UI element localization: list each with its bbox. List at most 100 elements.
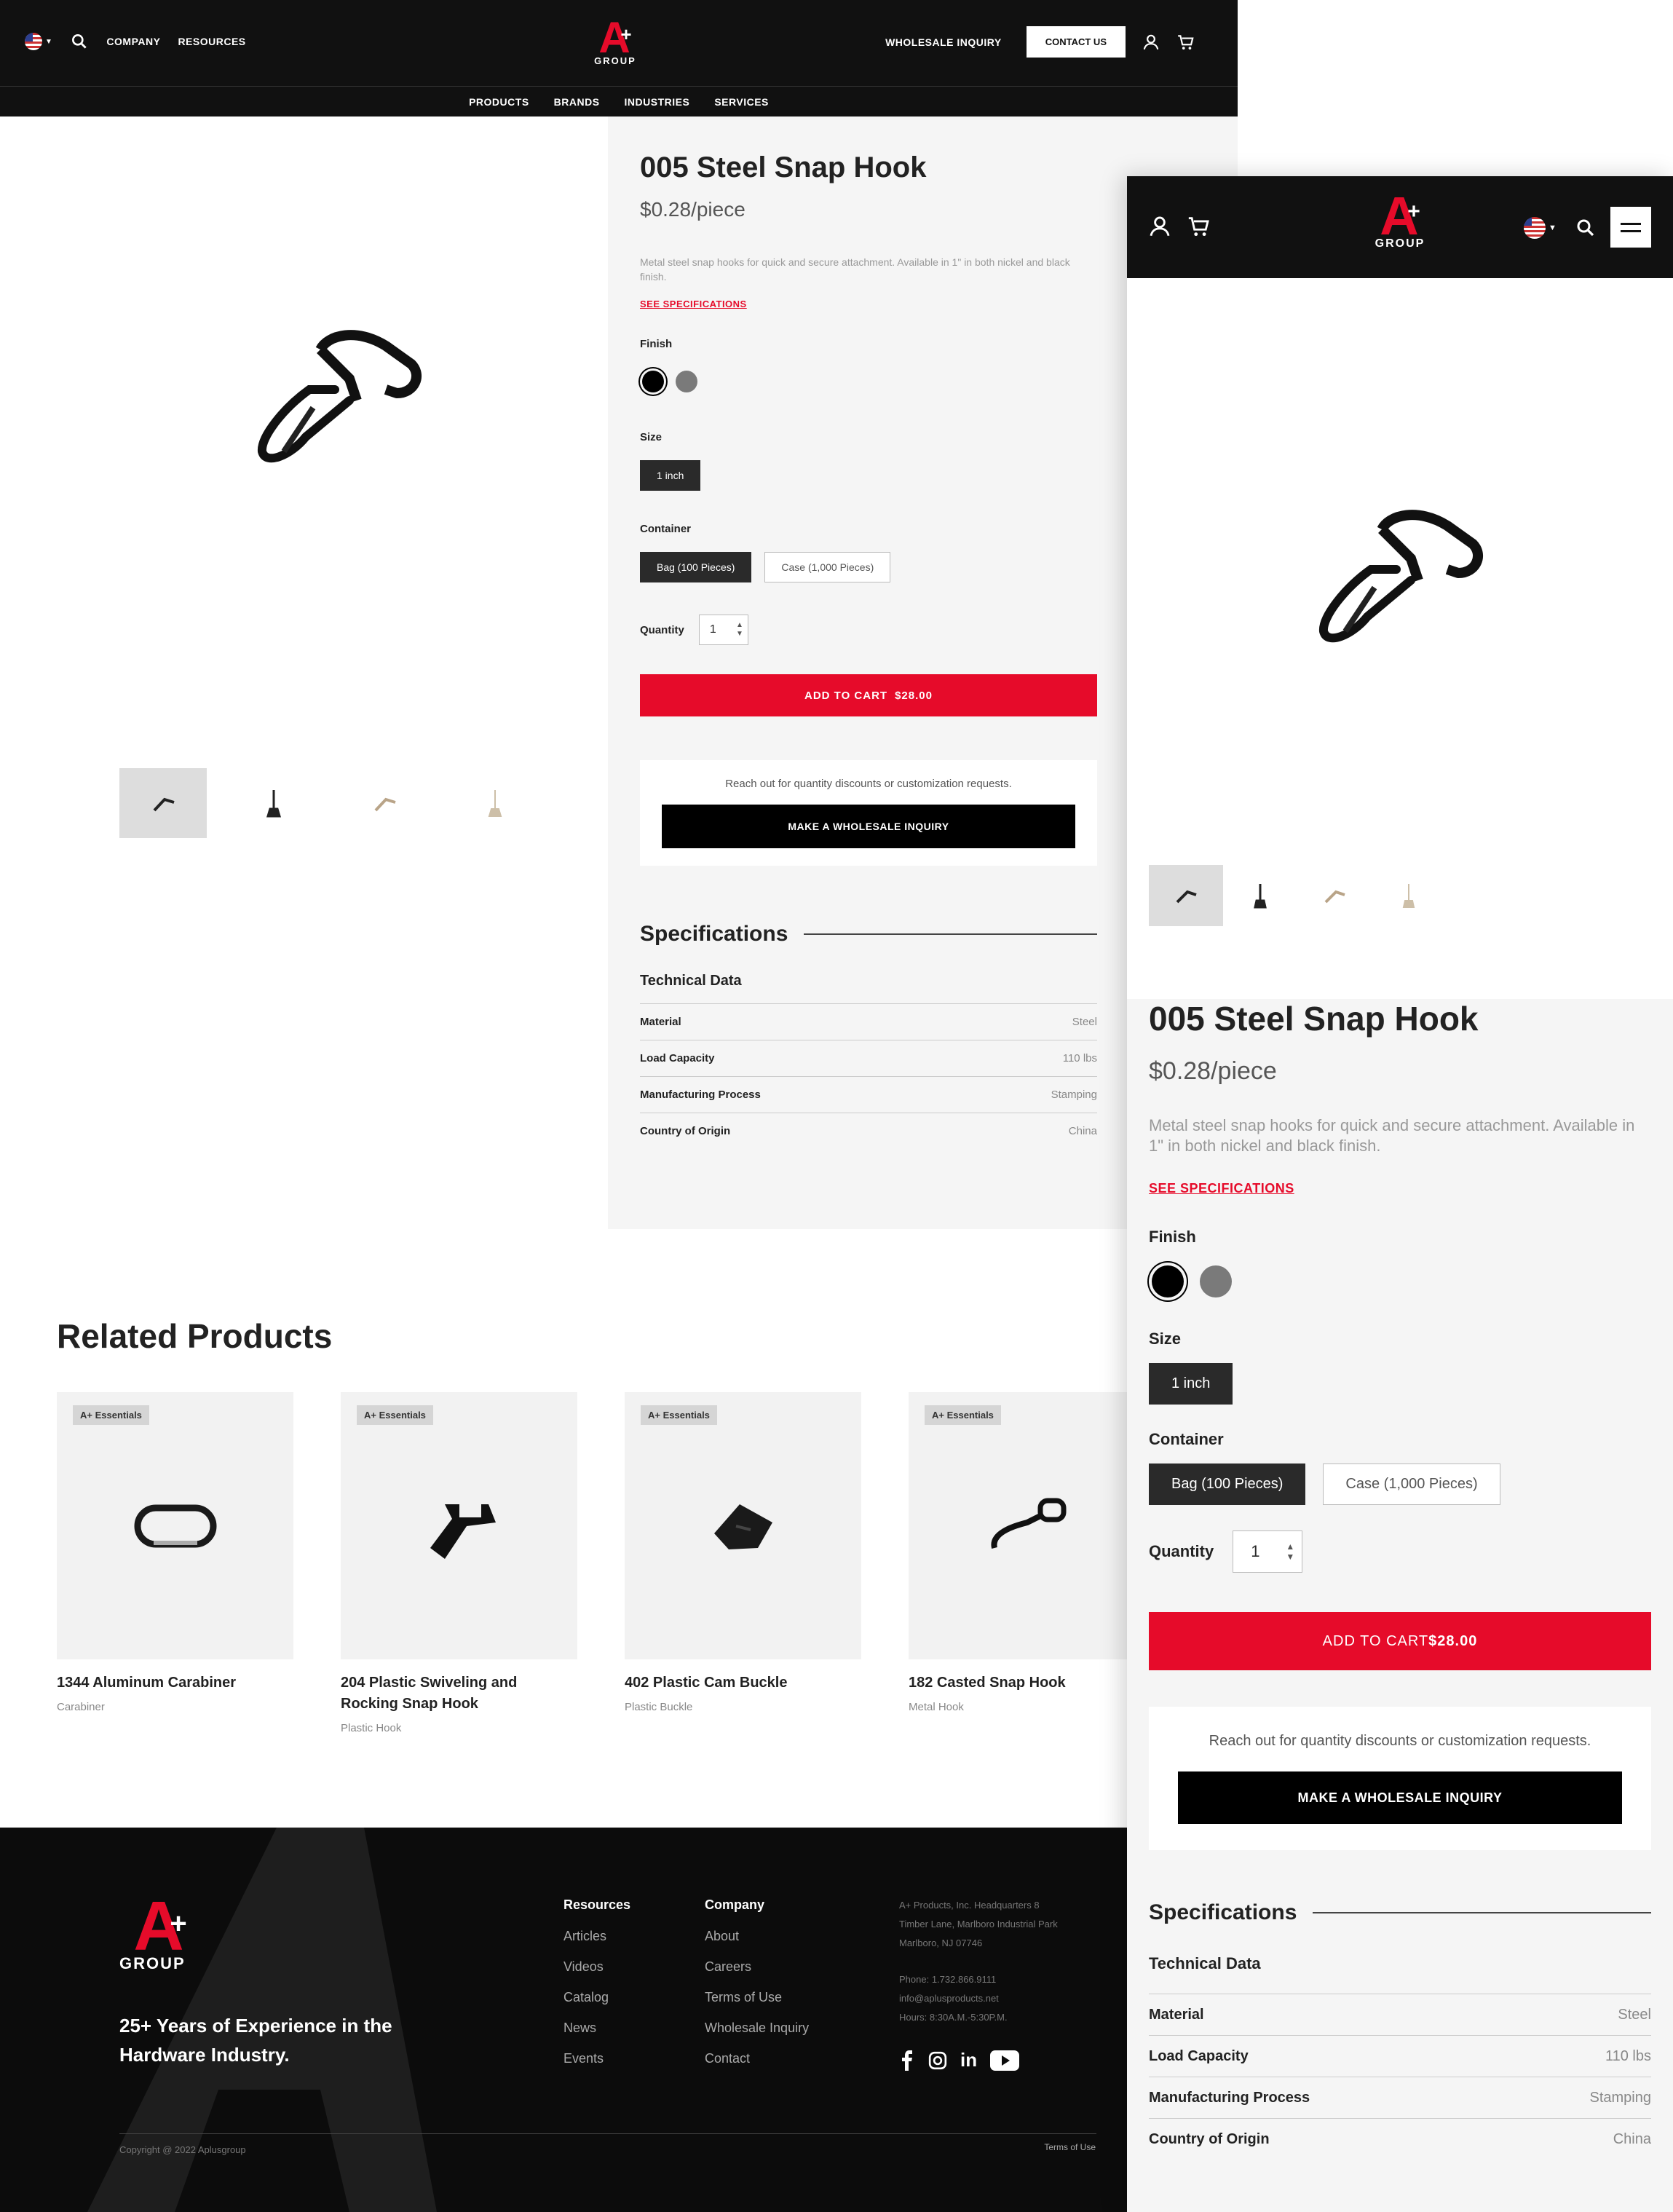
footer-link[interactable]: News [563,2021,630,2036]
product-card-image: A+ Essentials [57,1392,293,1659]
menu-icon[interactable] [1610,207,1651,248]
product-badge: A+ Essentials [73,1405,149,1425]
finish-label: Finish [1149,1228,1196,1246]
facebook-icon[interactable] [899,2050,915,2071]
language-selector[interactable]: ▼ [25,33,52,50]
mobile-view: A + GROUP ▼ 005 Steel Snap Hook $0.28/pie… [1127,176,1673,2212]
footer-link[interactable]: Terms of Use [705,1990,809,2005]
email[interactable]: info@aplusproducts.net [899,1989,1008,2008]
nav-company[interactable]: COMPANY [106,36,160,47]
divider [804,933,1097,935]
nav-products[interactable]: PRODUCTS [469,96,529,108]
site-logo[interactable]: A + GROUP [587,16,644,67]
stepper-icon[interactable]: ▲ ▼ [1286,1541,1294,1562]
wholesale-inquiry-button[interactable]: MAKE A WHOLESALE INQUIRY [1178,1771,1622,1824]
product-card[interactable]: A+ Essentials 1344 Aluminum Carabiner Ca… [57,1392,293,1734]
spec-row: Load Capacity 110 lbs [640,1040,1097,1076]
product-card-name[interactable]: 1344 Aluminum Carabiner [57,1672,293,1694]
thumbnail[interactable] [119,768,207,838]
user-icon[interactable] [1147,214,1172,239]
add-to-cart-label: ADD TO CART [1322,1632,1429,1649]
nav-industries[interactable]: INDUSTRIES [625,96,690,108]
product-card[interactable]: A+ Essentials 402 Plastic Cam Buckle Pla… [625,1392,861,1734]
spec-table: Material Steel Load Capacity 110 lbs Manuf… [640,1003,1097,1149]
footer-link[interactable]: Wholesale Inquiry [705,2021,809,2036]
footer-link[interactable]: Articles [563,1929,630,1944]
product-card-name[interactable]: 182 Casted Snap Hook [909,1672,1145,1694]
footer-logo[interactable]: A + GROUP [119,1892,199,1973]
spec-key: Manufacturing Process [640,1089,761,1101]
site-footer: A + GROUP 25+ Years of Experience in the … [0,1828,1238,2212]
product-badge: A+ Essentials [357,1405,433,1425]
footer-link[interactable]: Careers [705,1959,809,1975]
linkedin-icon[interactable]: in [960,2049,977,2071]
container-option-case[interactable]: Case (1,000 Pieces) [1323,1464,1500,1505]
language-selector[interactable]: ▼ [1524,217,1557,239]
see-specifications-link[interactable]: SEE SPECIFICATIONS [640,299,747,309]
user-icon[interactable] [1142,33,1160,52]
spec-table: Material Steel Load Capacity 110 lbs Manuf… [1149,1994,1651,2160]
finish-swatch-nickel[interactable] [676,371,697,392]
thumbnail[interactable] [1372,865,1446,926]
nav-resources[interactable]: RESOURCES [178,36,245,47]
container-option-bag[interactable]: Bag (100 Pieces) [1149,1464,1306,1505]
quantity-value: 1 [1251,1542,1260,1560]
desktop-header: ▼ COMPANY RESOURCES A + GROUP WHOLESALE I… [0,0,1238,86]
finish-swatch-nickel[interactable] [1200,1265,1232,1297]
youtube-icon[interactable] [990,2050,1020,2071]
quantity-stepper[interactable]: 1 ▲ ▼ [1233,1530,1303,1573]
nav-services[interactable]: SERVICES [714,96,769,108]
quantity-stepper[interactable]: 1 ▲ ▼ [698,615,748,645]
cart-icon[interactable] [1187,214,1211,239]
container-option-bag[interactable]: Bag (100 Pieces) [640,552,752,582]
footer-terms-link[interactable]: Terms of Use [1044,2142,1096,2152]
wholesale-inquiry-button[interactable]: MAKE A WHOLESALE INQUIRY [662,805,1075,848]
mobile-logo[interactable]: A + GROUP [1367,189,1433,250]
wholesale-inquiry-link[interactable]: WHOLESALE INQUIRY [885,36,1002,48]
footer-link[interactable]: Contact [705,2051,809,2066]
quantity-value: 1 [709,623,716,636]
product-card[interactable]: A+ Essentials 204 Plastic Swiveling and … [341,1392,577,1734]
footer-link[interactable]: Videos [563,1959,630,1975]
footer-link[interactable]: About [705,1929,809,1944]
contact-us-button[interactable]: CONTACT US [1026,26,1126,58]
instagram-icon[interactable] [928,2051,947,2070]
thumbnail[interactable] [1223,865,1297,926]
nav-brands[interactable]: BRANDS [554,96,600,108]
cart-icon[interactable] [1176,33,1195,52]
product-card[interactable]: A+ Essentials 182 Casted Snap Hook Metal… [909,1392,1145,1734]
search-icon[interactable] [1575,217,1597,239]
desktop-sub-nav: PRODUCTS BRANDS INDUSTRIES SERVICES [0,86,1238,116]
finish-swatch-black[interactable] [642,371,664,392]
add-to-cart-button[interactable]: ADD TO CART $28.00 [1149,1612,1651,1670]
size-option-1-inch[interactable]: 1 inch [1149,1363,1233,1405]
container-option-case[interactable]: Case (1,000 Pieces) [764,552,891,582]
finish-swatches [1149,1263,1651,1300]
stepper-icon[interactable]: ▲ ▼ [736,621,743,639]
specifications-heading: Specifications [1149,1900,1651,1925]
product-card-name[interactable]: 204 Plastic Swiveling and Rocking Snap H… [341,1672,577,1715]
phone[interactable]: Phone: 1.732.866.9111 [899,1970,1008,1989]
footer-link[interactable]: Events [563,2051,630,2066]
footer-resources: Resources Articles Videos Catalog News E… [563,1897,630,2082]
see-specifications-link[interactable]: SEE SPECIFICATIONS [1149,1181,1294,1196]
product-price: $0.28/piece [1149,1057,1277,1085]
cam-buckle-image [713,1504,772,1549]
header-left-nav: ▼ COMPANY RESOURCES [25,32,246,51]
thumbnail[interactable] [451,768,539,838]
divider [1313,1912,1651,1913]
spec-key: Load Capacity [1149,2047,1249,2064]
spec-row: Country of Origin China [1149,2118,1651,2160]
thumbnail[interactable] [341,768,428,838]
size-option-1-inch[interactable]: 1 inch [640,460,701,491]
finish-swatch-black[interactable] [1152,1265,1184,1297]
search-icon[interactable] [70,32,89,51]
thumbnail[interactable] [1149,865,1223,926]
cart-total: $28.00 [895,689,933,702]
thumbnail[interactable] [1297,865,1372,926]
product-card-name[interactable]: 402 Plastic Cam Buckle [625,1672,861,1694]
thumbnail[interactable] [230,768,317,838]
footer-divider [119,2133,1096,2134]
add-to-cart-button[interactable]: ADD TO CART $28.00 [640,674,1097,716]
footer-link[interactable]: Catalog [563,1990,630,2005]
